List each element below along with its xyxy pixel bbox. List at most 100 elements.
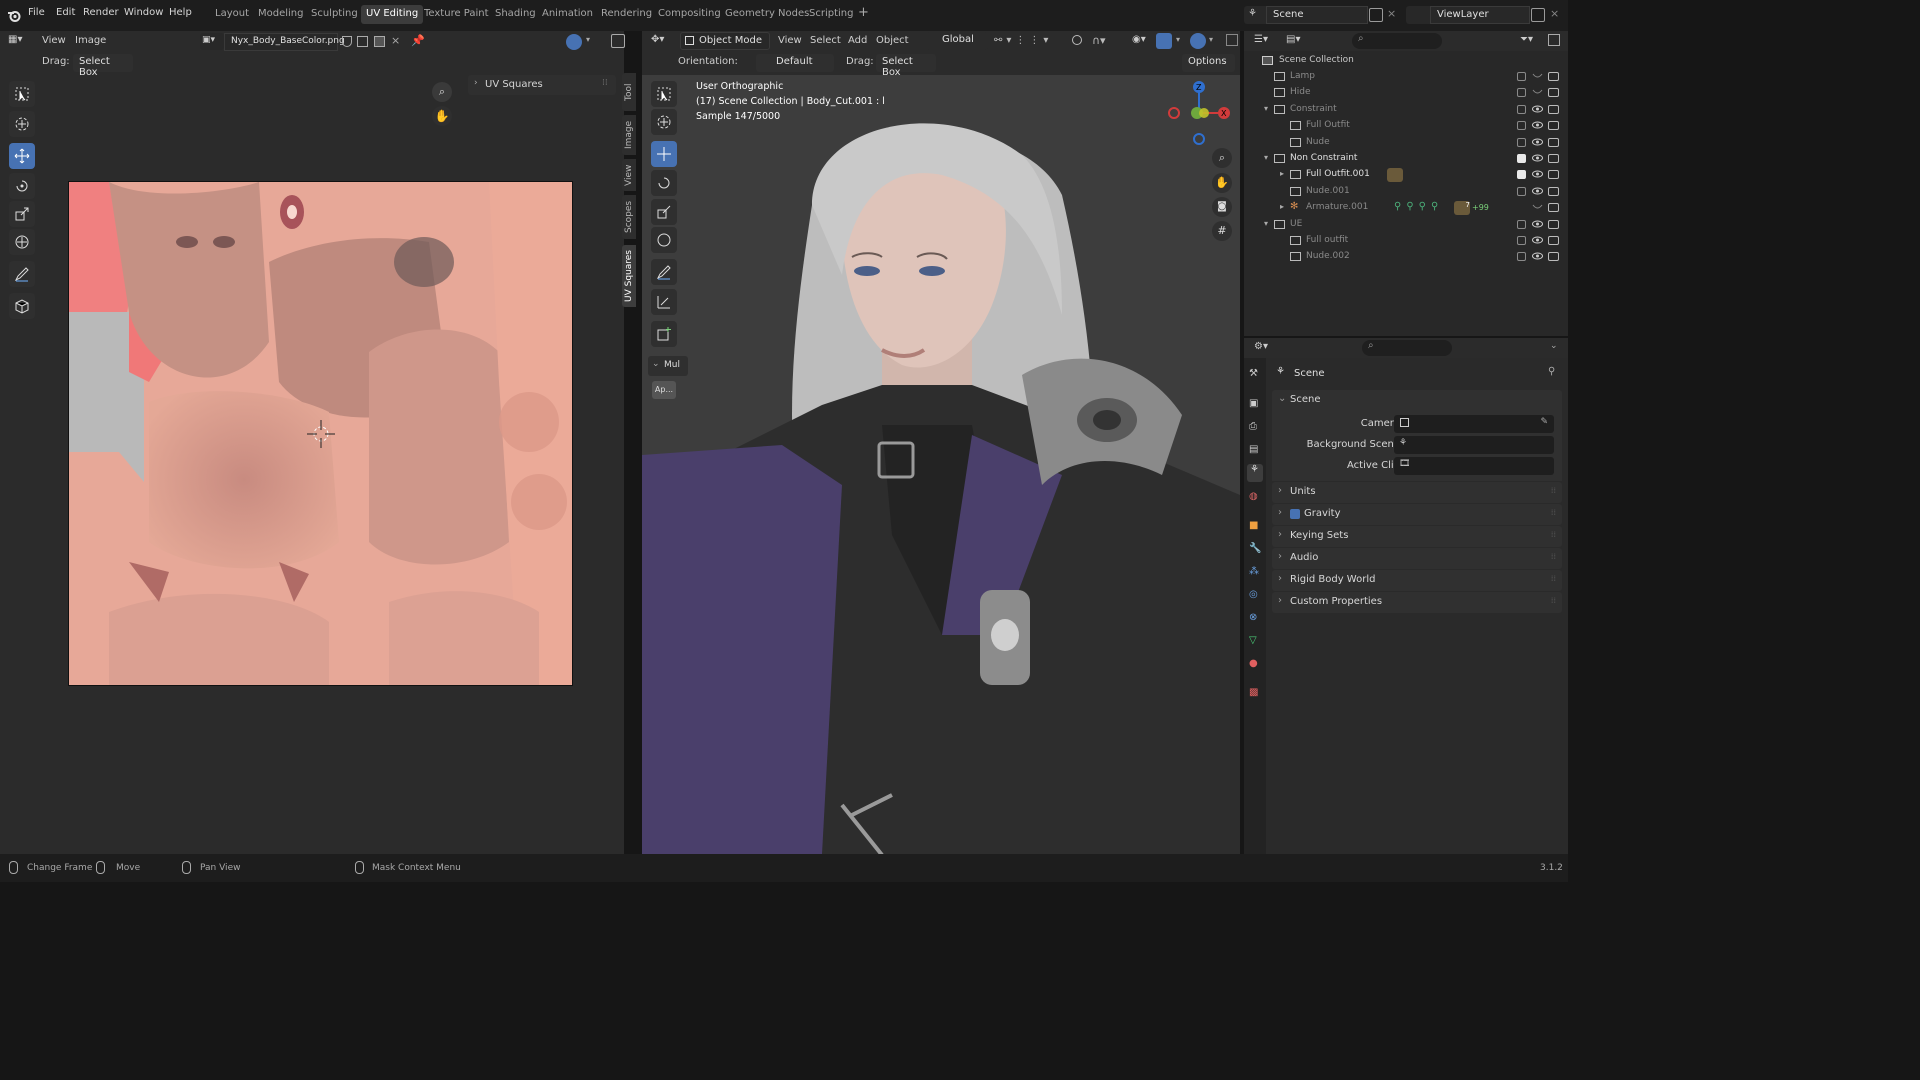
render-camera-icon[interactable]: [1548, 219, 1559, 229]
tab-geometry-nodes[interactable]: Geometry Nodes: [720, 5, 814, 24]
outliner-row[interactable]: ▸ Full Outfit.001: [1244, 167, 1568, 183]
data-tab-icon[interactable]: ▽: [1249, 635, 1257, 646]
camera-field[interactable]: ✎: [1394, 415, 1554, 433]
vp-transform-tool-icon[interactable]: [651, 227, 677, 253]
object-mode-dropdown[interactable]: Object Mode: [680, 32, 770, 50]
visibility-eye-icon[interactable]: [1532, 220, 1543, 228]
collapse-arrow-icon[interactable]: ▸: [1280, 169, 1284, 178]
menu-window[interactable]: Window: [124, 7, 163, 18]
exclude-checkbox[interactable]: [1517, 154, 1526, 163]
render-camera-icon[interactable]: [1548, 203, 1559, 213]
render-camera-icon[interactable]: [1548, 72, 1559, 81]
tab-sculpting[interactable]: Sculpting: [306, 5, 363, 24]
duplicate-image-icon[interactable]: [357, 36, 368, 47]
outliner-row[interactable]: ▾ UE: [1244, 217, 1568, 233]
new-viewlayer-icon[interactable]: [1531, 8, 1545, 22]
material-tab-icon[interactable]: ●: [1249, 658, 1258, 669]
panel-drag-handle-icon[interactable]: ⁞⁞: [1551, 486, 1556, 495]
visibility-eye-icon[interactable]: [1532, 252, 1543, 260]
exclude-checkbox[interactable]: [1517, 88, 1526, 98]
particles-tab-icon[interactable]: ⁂: [1249, 566, 1259, 577]
viewport-drag-select[interactable]: Select Box: [876, 54, 936, 78]
gravity-checkbox[interactable]: [1290, 509, 1300, 519]
exclude-checkbox[interactable]: [1517, 104, 1526, 114]
display-channels-icon[interactable]: [611, 34, 625, 48]
tab-rendering[interactable]: Rendering: [596, 5, 657, 24]
tab-layout[interactable]: Layout: [210, 5, 254, 24]
modifier-tab-icon[interactable]: 🔧: [1249, 543, 1261, 554]
object-data-badge-icon[interactable]: [1387, 168, 1403, 183]
properties-options-icon[interactable]: ⌄: [1550, 341, 1558, 351]
outliner-row[interactable]: Lamp: [1244, 69, 1568, 85]
visibility-icon[interactable]: ◉▾: [1132, 34, 1146, 45]
3d-viewport[interactable]: ✥▾ Object Mode View Select Add Object Gl…: [642, 31, 1240, 854]
move-tool-icon[interactable]: [9, 143, 35, 169]
last-op-apply-button[interactable]: Ap...: [652, 381, 676, 399]
render-camera-icon[interactable]: [1548, 252, 1559, 262]
transform-tool-icon[interactable]: [9, 229, 35, 255]
viewport-canvas[interactable]: [642, 75, 1240, 854]
menu-help[interactable]: Help: [169, 7, 192, 18]
physics-tab-icon[interactable]: ◎: [1249, 589, 1258, 600]
viewport-menu-object[interactable]: Object: [876, 35, 909, 46]
expand-arrow-icon[interactable]: ▾: [1264, 153, 1268, 162]
editor-type-icon[interactable]: ▦▾: [8, 34, 32, 50]
viewport-menu-view[interactable]: View: [778, 35, 802, 46]
outliner-row[interactable]: Nude.002: [1244, 249, 1568, 265]
outliner-row[interactable]: Hide: [1244, 85, 1568, 101]
scene-selector-icon[interactable]: ⚘: [1244, 6, 1266, 24]
properties-search-input[interactable]: ⌕: [1362, 340, 1452, 356]
tab-image[interactable]: Image: [622, 115, 636, 155]
image-name-field[interactable]: Nyx_Body_BaseColor.png: [224, 33, 345, 51]
exclude-checkbox[interactable]: [1517, 170, 1526, 180]
outliner-search-input[interactable]: ⌕: [1352, 33, 1442, 49]
vp-select-box-tool-icon[interactable]: [651, 81, 677, 107]
new-scene-icon[interactable]: [1369, 8, 1383, 22]
tab-scripting[interactable]: Scripting: [804, 5, 858, 24]
proportional-edit-icon[interactable]: [1072, 35, 1082, 45]
tab-uv-editing[interactable]: UV Editing: [361, 5, 424, 24]
pin-scene-icon[interactable]: ⚲: [1548, 366, 1555, 377]
outliner-row[interactable]: Full Outfit: [1244, 118, 1568, 134]
vp-scale-tool-icon[interactable]: [651, 199, 677, 225]
gizmo-toggle-icon[interactable]: [1156, 33, 1172, 49]
overlay-toggle-icon[interactable]: [566, 34, 582, 50]
scale-tool-icon[interactable]: [9, 201, 35, 227]
uv-squares-panel[interactable]: › UV Squares ⁞⁞: [468, 75, 616, 95]
scene-tab-icon[interactable]: ⚘: [1247, 464, 1263, 482]
render-tab-icon[interactable]: ▣: [1249, 398, 1258, 409]
filter-icon[interactable]: ⏷▾: [1520, 34, 1533, 45]
xray-toggle-icon[interactable]: [1226, 34, 1238, 46]
outliner-row[interactable]: Full outfit: [1244, 233, 1568, 249]
tab-animation[interactable]: Animation: [537, 5, 598, 24]
options-dropdown[interactable]: Options: [1182, 54, 1235, 72]
panel-drag-handle-icon[interactable]: ⁞⁞: [1551, 530, 1556, 539]
viewport-menu-add[interactable]: Add: [848, 35, 867, 46]
exclude-checkbox[interactable]: [1517, 252, 1526, 262]
outliner-editor-type-icon[interactable]: ☰▾: [1254, 34, 1268, 45]
zoom-icon[interactable]: ⌕: [432, 82, 452, 102]
panel-units[interactable]: › Units ⁞⁞: [1272, 482, 1562, 503]
tab-scopes[interactable]: Scopes: [622, 195, 636, 239]
vp-zoom-icon[interactable]: ⌕: [1212, 148, 1232, 168]
render-camera-icon[interactable]: [1548, 236, 1559, 245]
render-camera-icon[interactable]: [1548, 104, 1559, 114]
render-camera-icon[interactable]: [1548, 154, 1559, 163]
add-cube-tool-icon[interactable]: [651, 321, 677, 347]
uv-menu-view[interactable]: View: [42, 35, 66, 46]
viewport-editor-type-icon[interactable]: ✥▾: [651, 34, 664, 45]
tab-texture-paint[interactable]: Texture Paint: [419, 5, 494, 24]
world-tab-icon[interactable]: ◍: [1249, 491, 1258, 502]
uv-2d-cursor-icon[interactable]: [307, 420, 335, 448]
armature-children-icons[interactable]: ⚲⚲⚲⚲: [1394, 201, 1443, 212]
scene-name-field[interactable]: Scene: [1266, 6, 1368, 24]
display-mode-icon[interactable]: ▤▾: [1286, 34, 1300, 45]
visibility-eye-icon[interactable]: [1532, 170, 1543, 178]
exclude-checkbox[interactable]: [1517, 186, 1526, 196]
menu-file[interactable]: File: [28, 7, 45, 18]
unlink-image-icon[interactable]: ×: [391, 34, 400, 47]
render-camera-icon[interactable]: [1548, 88, 1559, 98]
panel-audio[interactable]: › Audio ⁞⁞: [1272, 548, 1562, 569]
overlays-toggle-icon[interactable]: [1190, 33, 1206, 49]
navigation-gizmo[interactable]: Z X: [1166, 81, 1236, 151]
